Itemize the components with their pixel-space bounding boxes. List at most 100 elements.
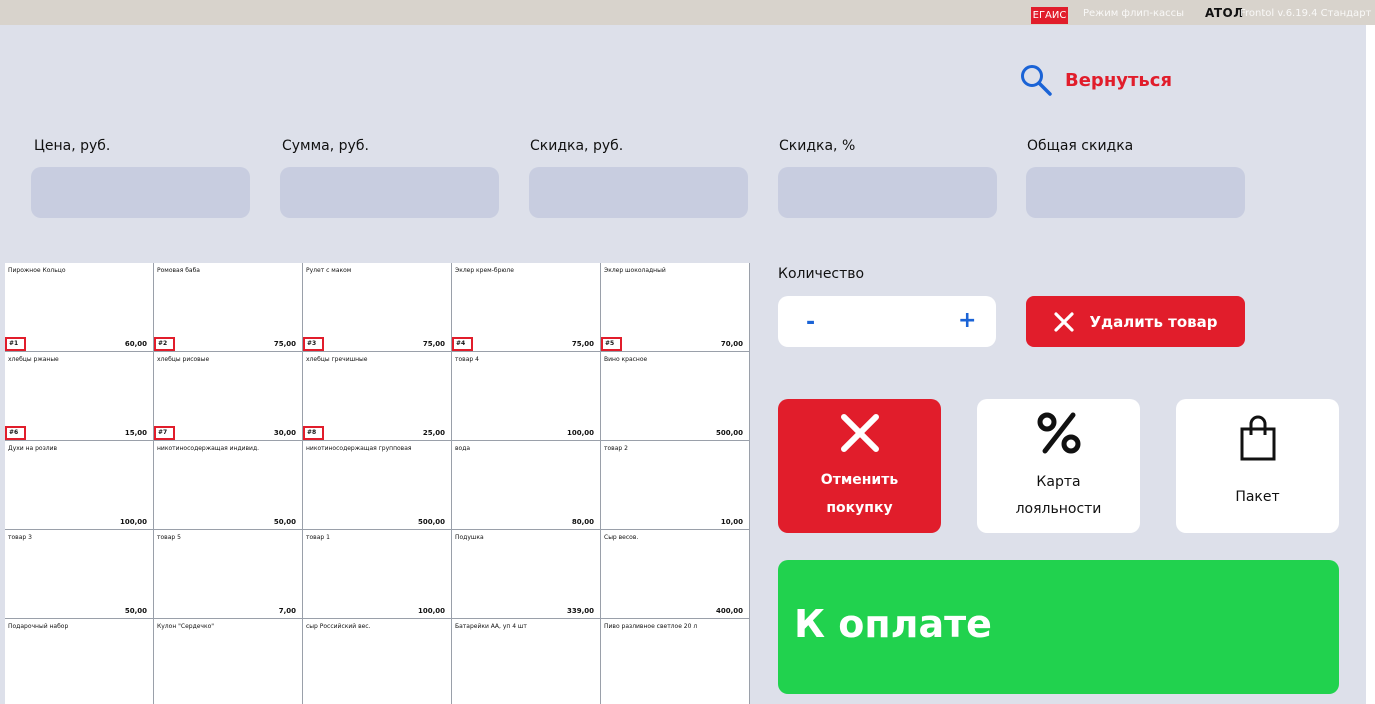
product-tile[interactable]: хлебцы рисовые 30,00 #7 [154,352,303,441]
delete-item-button[interactable]: Удалить товар [1026,296,1245,347]
product-price: 500,00 [715,429,743,437]
cancel-label-line1: Отменить [820,472,899,488]
product-price: 339,00 [566,607,594,615]
product-name: Вино красное [604,356,648,363]
product-tile[interactable]: Сыр весов. 400,00 [601,530,750,619]
product-tile[interactable]: Подушка 339,00 [452,530,601,619]
product-name: Эклер крем-брюле [455,267,514,274]
product-name: товар 4 [455,356,479,363]
loyalty-card-button[interactable]: Карта лояльности [977,399,1140,533]
total-discount-label: Общая скидка [1027,138,1134,154]
loyalty-label-line1: Карта [1036,474,1081,490]
product-name: Батарейки АА, уп 4 шт [455,623,527,630]
price-label: Цена, руб. [34,138,111,154]
product-price: 80,00 [571,518,594,526]
product-name: сыр Российский вес. [306,623,371,630]
product-name: товар 3 [8,534,32,541]
sum-field[interactable] [280,167,499,218]
sum-label: Сумма, руб. [282,138,369,154]
product-tile[interactable]: Батарейки АА, уп 4 шт [452,619,601,704]
product-tile[interactable]: товар 4 100,00 [452,352,601,441]
product-price: 100,00 [119,518,147,526]
product-tile[interactable]: Ромовая баба 75,00 #2 [154,263,303,352]
bag-label: Пакет [1235,489,1280,505]
product-name: Эклер шоколадный [604,267,666,274]
product-tile[interactable]: хлебцы гречишные 25,00 #8 [303,352,452,441]
quantity-stepper[interactable]: - + [778,296,996,347]
product-tile[interactable]: Эклер крем-брюле 75,00 #4 [452,263,601,352]
product-price: 75,00 [273,340,296,348]
product-price: 60,00 [124,340,147,348]
discount-rub-field[interactable] [529,167,748,218]
product-price: 500,00 [417,518,445,526]
product-tile[interactable]: сыр Российский вес. [303,619,452,704]
product-tile[interactable]: Рулет с маком 75,00 #3 [303,263,452,352]
egais-badge: ЕГАИС [1031,7,1068,24]
hotkey-badge: #4 [452,337,473,351]
hotkey-badge: #3 [303,337,324,351]
product-tile[interactable]: хлебцы ржаные 15,00 #6 [5,352,154,441]
product-name: Подарочный набор [8,623,69,630]
hotkey-badge: #5 [601,337,622,351]
total-discount-field[interactable] [1026,167,1245,218]
search-icon [1021,65,1052,96]
quantity-plus-button[interactable]: + [958,308,976,333]
product-tile[interactable]: товар 5 7,00 [154,530,303,619]
product-name: хлебцы ржаные [8,356,59,363]
product-tile[interactable]: Пирожное Кольцо 60,00 #1 [5,263,154,352]
hotkey-badge: #1 [5,337,26,351]
mode-label: Режим флип-кассы [1083,8,1185,19]
product-name: хлебцы гречишные [306,356,368,363]
discount-rub-label: Скидка, руб. [530,138,624,154]
pay-button[interactable]: К оплате [778,560,1339,694]
version-label: Frontol v.6.19.4 Стандарт [1240,8,1372,19]
product-name: хлебцы рисовые [157,356,210,363]
product-tile[interactable]: никотиносодержащая индивид. 50,00 [154,441,303,530]
product-tile[interactable]: Духи на розлив 100,00 [5,441,154,530]
cancel-purchase-button[interactable]: Отменить покупку [778,399,941,533]
product-name: Кулон "Сердечко" [157,623,215,630]
back-label: Вернуться [1065,69,1173,91]
product-name: Пирожное Кольцо [8,267,66,274]
product-tile[interactable]: Кулон "Сердечко" [154,619,303,704]
product-tile[interactable]: никотиносодержащая групповая 500,00 [303,441,452,530]
product-tile[interactable]: товар 1 100,00 [303,530,452,619]
cancel-label-line2: покупку [826,500,893,516]
loyalty-label-line2: лояльности [1015,501,1102,517]
product-price: 75,00 [422,340,445,348]
product-tile[interactable]: Эклер шоколадный 70,00 #5 [601,263,750,352]
price-field[interactable] [31,167,250,218]
product-tile[interactable]: товар 3 50,00 [5,530,154,619]
close-icon [1054,311,1075,332]
product-price: 15,00 [124,429,147,437]
hotkey-badge: #6 [5,426,26,440]
product-name: Сыр весов. [604,534,639,541]
product-name: никотиносодержащая индивид. [157,445,260,452]
product-price: 75,00 [571,340,594,348]
product-name: Пиво разливное светлое 20 л [604,623,698,630]
delete-item-label: Удалить товар [1089,312,1218,331]
product-tile[interactable]: товар 2 10,00 [601,441,750,530]
product-name: товар 5 [157,534,181,541]
product-tile[interactable]: Подарочный набор [5,619,154,704]
back-button[interactable]: Вернуться [1019,63,1172,97]
percent-icon [1037,412,1080,454]
product-name: товар 2 [604,445,628,452]
quantity-label: Количество [778,266,865,282]
shopping-bag-icon [1240,415,1275,461]
close-icon [840,414,879,452]
product-name: Рулет с маком [306,267,352,274]
status-bar: ЕГАИС Режим флип-кассы ATOЛ Frontol v.6.… [0,0,1375,25]
discount-percent-field[interactable] [778,167,997,218]
hotkey-badge: #2 [154,337,175,351]
product-tile[interactable]: вода 80,00 [452,441,601,530]
product-price: 50,00 [273,518,296,526]
product-name: Духи на розлив [8,445,58,452]
product-tile[interactable]: Вино красное 500,00 [601,352,750,441]
product-tile[interactable]: Пиво разливное светлое 20 л [601,619,750,704]
product-name: Ромовая баба [157,267,200,274]
product-name: никотиносодержащая групповая [306,445,412,452]
quantity-minus-button[interactable]: - [806,310,815,335]
product-name: Подушка [455,534,484,541]
bag-button[interactable]: Пакет [1176,399,1339,533]
